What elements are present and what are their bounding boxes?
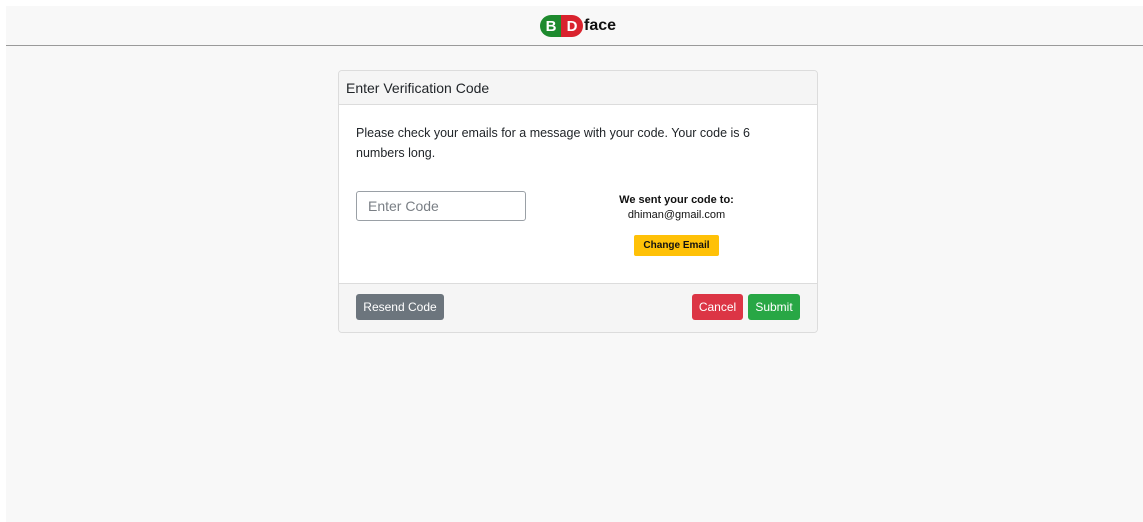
card-header: Enter Verification Code: [339, 71, 817, 105]
sent-to-email: dhiman@gmail.com: [627, 209, 726, 221]
brand-logo[interactable]: B D face: [540, 11, 616, 41]
page: B D face Enter Verification Code Please …: [6, 6, 1143, 522]
submit-button[interactable]: Submit: [748, 294, 800, 320]
top-navbar: B D face: [6, 6, 1143, 46]
logo-b-badge: B: [540, 15, 562, 37]
logo-text: face: [584, 17, 617, 34]
sent-to-label: We sent your code to:: [619, 194, 734, 206]
logo-d-badge: D: [561, 15, 583, 37]
change-email-button[interactable]: Change Email: [634, 235, 719, 256]
card-title: Enter Verification Code: [346, 79, 490, 96]
cancel-button[interactable]: Cancel: [692, 294, 743, 320]
card-footer: Resend Code Cancel Submit: [339, 283, 817, 332]
card-body: Please check your emails for a message w…: [339, 105, 817, 283]
instructions-text: Please check your emails for a message w…: [356, 126, 750, 160]
sent-to-info: We sent your code to: dhiman@gmail.com C…: [589, 193, 764, 256]
resend-code-button[interactable]: Resend Code: [356, 294, 444, 320]
verification-card: Enter Verification Code Please check you…: [338, 70, 818, 333]
verification-code-input[interactable]: [356, 191, 526, 221]
